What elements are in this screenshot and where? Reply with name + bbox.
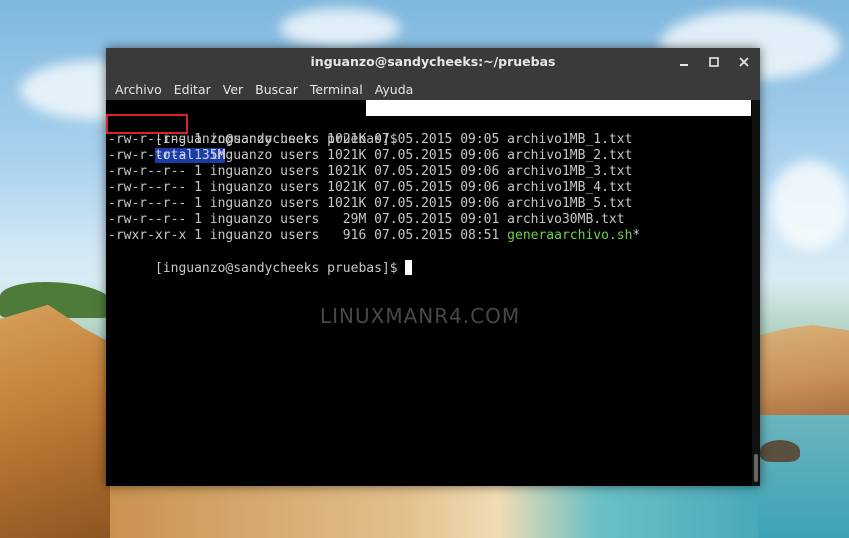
prompt: [inguanzo@sandycheeks pruebas]$ (154, 261, 406, 276)
wallpaper-cloud (770, 160, 849, 250)
terminal-output[interactable]: [inguanzo@sandycheeks pruebas]$ ls -hl t… (106, 100, 752, 486)
file-name: archivo30MB.txt (507, 212, 625, 227)
list-item: -rw-r--r-- 1 inguanzo users 1021K 07.05.… (108, 148, 632, 164)
file-info: -rw-r--r-- 1 inguanzo users 29M 07.05.20… (108, 212, 508, 227)
file-name: archivo1MB_3.txt (507, 164, 633, 179)
executable-suffix: * (632, 228, 641, 243)
list-item: -rwxr-xr-x 1 inguanzo users 916 07.05.20… (108, 228, 640, 244)
file-info: -rw-r--r-- 1 inguanzo users 1021K 07.05.… (108, 132, 508, 147)
file-name: archivo1MB_4.txt (507, 180, 633, 195)
list-item: -rw-r--r-- 1 inguanzo users 1021K 07.05.… (108, 132, 632, 148)
file-info: -rw-r--r-- 1 inguanzo users 1021K 07.05.… (108, 180, 508, 195)
wallpaper-cliff-right (758, 325, 849, 415)
menu-bar: Archivo Editar Ver Buscar Terminal Ayuda (106, 78, 760, 100)
close-icon (739, 57, 749, 67)
menu-archivo[interactable]: Archivo (115, 82, 162, 97)
minimize-button[interactable] (676, 54, 692, 70)
file-info: -rwxr-xr-x 1 inguanzo users 916 07.05.20… (108, 228, 508, 243)
list-item: -rw-r--r-- 1 inguanzo users 1021K 07.05.… (108, 196, 632, 212)
maximize-icon (709, 57, 719, 67)
wallpaper-rock (760, 440, 800, 462)
close-button[interactable] (736, 54, 752, 70)
watermark: LINUXMANR4.COM (320, 304, 521, 328)
text-cursor (405, 260, 413, 275)
menu-buscar[interactable]: Buscar (255, 82, 298, 97)
list-item: -rw-r--r-- 1 inguanzo users 1021K 07.05.… (108, 180, 632, 196)
terminal-window: inguanzo@sandycheeks:~/pruebas Archivo E… (106, 48, 760, 486)
wallpaper-cloud (280, 8, 400, 48)
file-info: -rw-r--r-- 1 inguanzo users 1021K 07.05.… (108, 148, 508, 163)
window-title: inguanzo@sandycheeks:~/pruebas (310, 54, 556, 69)
file-name: archivo1MB_5.txt (507, 196, 633, 211)
menu-editar[interactable]: Editar (174, 82, 211, 97)
menu-ayuda[interactable]: Ayuda (375, 82, 414, 97)
maximize-button[interactable] (706, 54, 722, 70)
command-highlight (366, 100, 751, 116)
minimize-icon (680, 64, 688, 66)
file-info: -rw-r--r-- 1 inguanzo users 1021K 07.05.… (108, 164, 508, 179)
title-bar[interactable]: inguanzo@sandycheeks:~/pruebas (106, 48, 760, 78)
list-item: -rw-r--r-- 1 inguanzo users 29M 07.05.20… (108, 212, 625, 228)
file-name: archivo1MB_2.txt (507, 148, 633, 163)
list-item: -rw-r--r-- 1 inguanzo users 1021K 07.05.… (108, 164, 632, 180)
file-name: archivo1MB_1.txt (507, 132, 633, 147)
scrollbar[interactable] (752, 100, 760, 486)
menu-terminal[interactable]: Terminal (310, 82, 363, 97)
menu-ver[interactable]: Ver (223, 82, 243, 97)
scrollbar-thumb[interactable] (754, 454, 758, 482)
wallpaper-beach (110, 486, 758, 538)
highlight-box (106, 114, 188, 134)
total-line: total 35M (106, 114, 226, 163)
prompt-line: [inguanzo@sandycheeks pruebas]$ (108, 244, 413, 276)
file-info: -rw-r--r-- 1 inguanzo users 1021K 07.05.… (108, 196, 508, 211)
executable-file-name: generaarchivo.sh (507, 228, 633, 243)
wallpaper-cliff-left (0, 304, 120, 538)
